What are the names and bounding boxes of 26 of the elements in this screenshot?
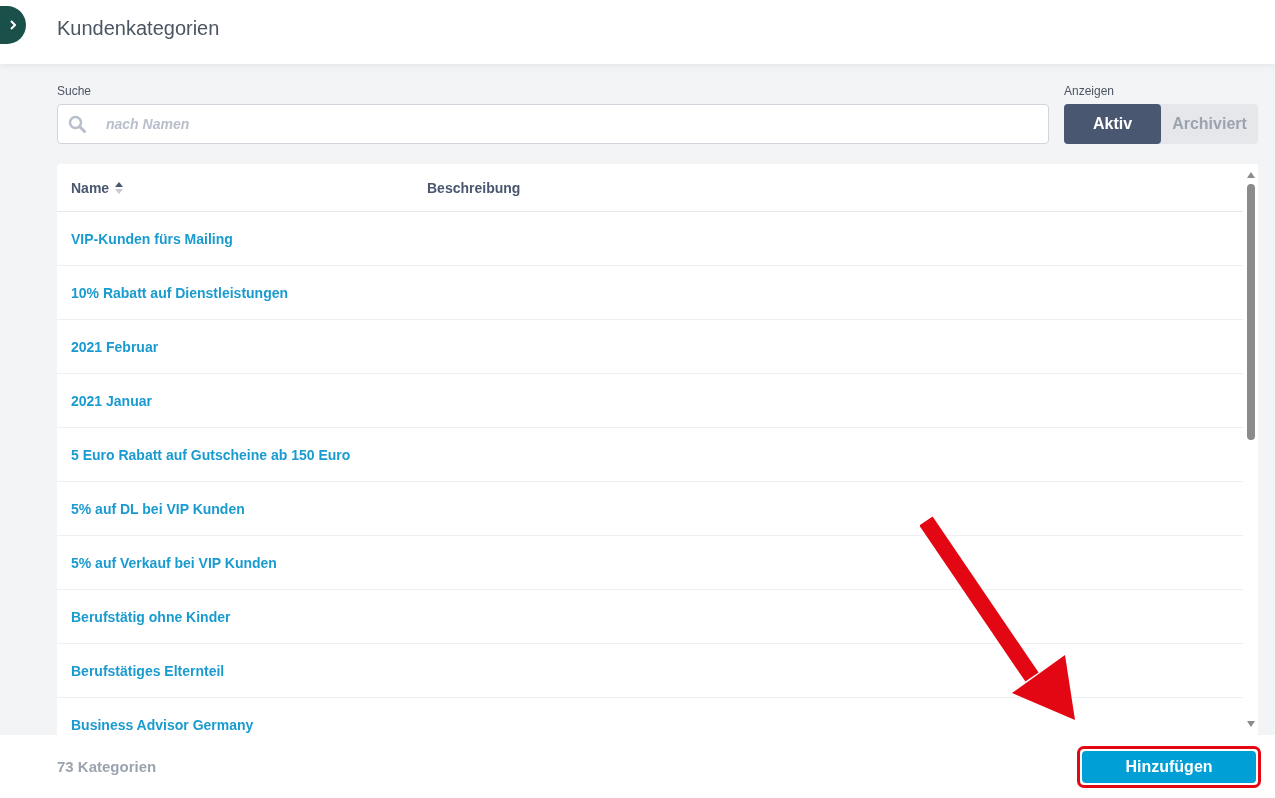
category-link[interactable]: 5 Euro Rabatt auf Gutscheine ab 150 Euro: [71, 446, 351, 463]
add-button[interactable]: Hinzufügen: [1082, 750, 1256, 783]
search-label: Suche: [57, 84, 93, 98]
category-link[interactable]: 2021 Februar: [71, 338, 159, 355]
scrollbar-thumb[interactable]: [1246, 184, 1255, 440]
column-header[interactable]: Name: [57, 179, 427, 196]
scroll-down-icon: [1246, 721, 1255, 727]
toggle-option[interactable]: Aktiv: [1064, 104, 1161, 144]
page-title: Kundenkategorien: [57, 16, 220, 40]
category-link[interactable]: 10% Rabatt auf Dienstleistungen: [71, 284, 289, 301]
column-header[interactable]: Beschreibung: [427, 179, 521, 196]
sidebar-toggle[interactable]: [0, 6, 26, 44]
category-link[interactable]: 5% auf Verkauf bei VIP Kunden: [71, 554, 277, 571]
search-icon: [68, 115, 86, 133]
show-label: Anzeigen: [1064, 84, 1116, 98]
category-link[interactable]: Berufstätiges Elternteil: [71, 662, 225, 679]
category-link[interactable]: 5% auf DL bei VIP Kunden: [71, 500, 245, 517]
category-link[interactable]: 2021 Januar: [71, 392, 152, 409]
category-link[interactable]: Berufstätig ohne Kinder: [71, 608, 231, 625]
search-field[interactable]: nach Namen: [57, 104, 1049, 144]
category-link[interactable]: Business Advisor Germany: [71, 716, 254, 733]
category-link[interactable]: VIP-Kunden fürs Mailing: [71, 230, 233, 247]
scroll-up-icon: [1246, 172, 1255, 178]
category-count: 73 Kategorien: [57, 758, 157, 775]
toggle-option[interactable]: Archiviert: [1161, 104, 1258, 144]
chevron-icon: [10, 20, 16, 30]
